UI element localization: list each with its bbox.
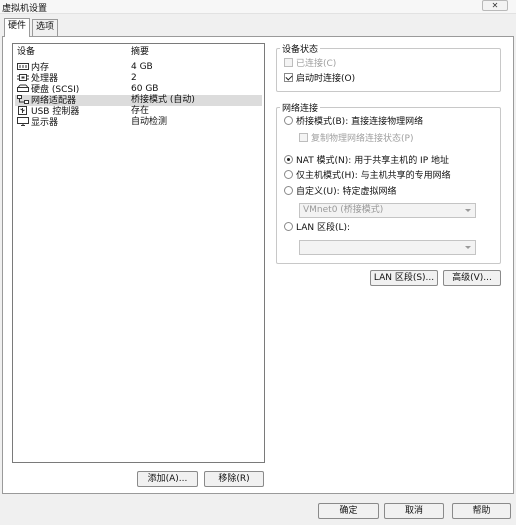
ok-button[interactable]: 确定 [318, 503, 379, 519]
radio-circle [284, 186, 293, 195]
device-name: 内存 [31, 63, 50, 73]
checkbox-box [284, 58, 293, 67]
device-row-processor[interactable]: 处理器 2 [15, 73, 262, 84]
host-only-radio[interactable]: 仅主机模式(H): 与主机共享的专用网络 [284, 170, 451, 182]
network-adapter-icon [17, 95, 29, 104]
connect-at-power-on-label: 启动时连接(O) [296, 74, 356, 84]
custom-network-value: VMnet0 (桥接模式) [303, 205, 384, 215]
device-list[interactable]: 设备 摘要 内存 4 GB 处理器 2 硬盘 (SCSI) 60 GB 网络适配… [12, 43, 265, 463]
lan-segment-label: LAN 区段(L): [296, 223, 351, 233]
chevron-down-icon [465, 246, 471, 249]
device-name: 处理器 [31, 74, 59, 84]
cancel-button[interactable]: 取消 [384, 503, 444, 519]
device-row-display[interactable]: 显示器 自动检测 [15, 117, 262, 128]
column-header-device: 设备 [17, 47, 36, 57]
device-summary: 4 GB [131, 62, 153, 72]
device-name: USB 控制器 [31, 107, 80, 117]
custom-network-label: 自定义(U): 特定虚拟网络 [296, 187, 397, 197]
usb-controller-icon [18, 106, 27, 115]
add-device-button[interactable]: 添加(A)... [137, 471, 198, 487]
radio-circle [284, 116, 293, 125]
replicate-state-label: 复制物理网络连接状态(P) [311, 134, 414, 144]
device-row-memory[interactable]: 内存 4 GB [15, 62, 262, 73]
device-row-usb-controller[interactable]: USB 控制器 存在 [15, 106, 262, 117]
device-name: 硬盘 (SCSI) [31, 85, 80, 95]
bridged-mode-radio[interactable]: 桥接模式(B): 直接连接物理网络 [284, 116, 423, 128]
checkbox-box [299, 133, 308, 142]
device-row-hard-disk[interactable]: 硬盘 (SCSI) 60 GB [15, 84, 262, 95]
processor-icon [17, 74, 29, 81]
connect-at-power-on-checkbox[interactable]: 启动时连接(O) [284, 73, 355, 85]
nat-mode-label: NAT 模式(N): 用于共享主机的 IP 地址 [296, 156, 450, 166]
device-name: 显示器 [31, 118, 59, 128]
replicate-state-checkbox[interactable]: 复制物理网络连接状态(P) [299, 133, 413, 145]
connected-label: 已连接(C) [296, 59, 337, 69]
device-row-network-adapter[interactable]: 网络适配器 桥接模式 (自动) [15, 95, 262, 106]
network-connection-legend: 网络连接 [282, 104, 319, 114]
nat-mode-radio[interactable]: NAT 模式(N): 用于共享主机的 IP 地址 [284, 155, 449, 167]
device-summary: 存在 [131, 106, 150, 116]
device-list-header: 设备 摘要 [15, 47, 262, 58]
radio-circle [284, 170, 293, 179]
advanced-button[interactable]: 高级(V)... [443, 270, 501, 286]
lan-segment-radio[interactable]: LAN 区段(L): [284, 222, 350, 234]
remove-device-button[interactable]: 移除(R) [204, 471, 264, 487]
help-button[interactable]: 帮助 [452, 503, 511, 519]
window-title: 虚拟机设置 [2, 4, 48, 14]
close-button[interactable]: ✕ [482, 0, 508, 11]
radio-circle [284, 155, 293, 164]
lan-segment-select[interactable] [299, 240, 476, 255]
connected-checkbox[interactable]: 已连接(C) [284, 58, 336, 70]
checkbox-box [284, 73, 293, 82]
tab-hardware[interactable]: 硬件 [4, 18, 31, 37]
device-summary: 桥接模式 (自动) [131, 95, 195, 105]
hard-disk-icon [17, 84, 29, 92]
host-only-label: 仅主机模式(H): 与主机共享的专用网络 [296, 171, 451, 181]
column-header-summary: 摘要 [131, 47, 150, 57]
title-bar: 虚拟机设置 ✕ [0, 0, 516, 14]
device-name: 网络适配器 [31, 96, 77, 106]
chevron-down-icon [465, 209, 471, 212]
device-status-legend: 设备状态 [282, 45, 319, 55]
display-icon [17, 117, 29, 126]
tab-options[interactable]: 选项 [32, 19, 59, 36]
radio-circle [284, 222, 293, 231]
lan-segments-button[interactable]: LAN 区段(S)... [370, 270, 438, 286]
device-summary: 自动检测 [131, 117, 168, 127]
device-summary: 60 GB [131, 84, 159, 94]
device-summary: 2 [131, 73, 137, 83]
memory-icon [17, 63, 29, 70]
bridged-mode-label: 桥接模式(B): 直接连接物理网络 [296, 117, 424, 127]
custom-network-select[interactable]: VMnet0 (桥接模式) [299, 203, 476, 218]
custom-network-radio[interactable]: 自定义(U): 特定虚拟网络 [284, 186, 397, 198]
close-icon: ✕ [491, 1, 499, 10]
